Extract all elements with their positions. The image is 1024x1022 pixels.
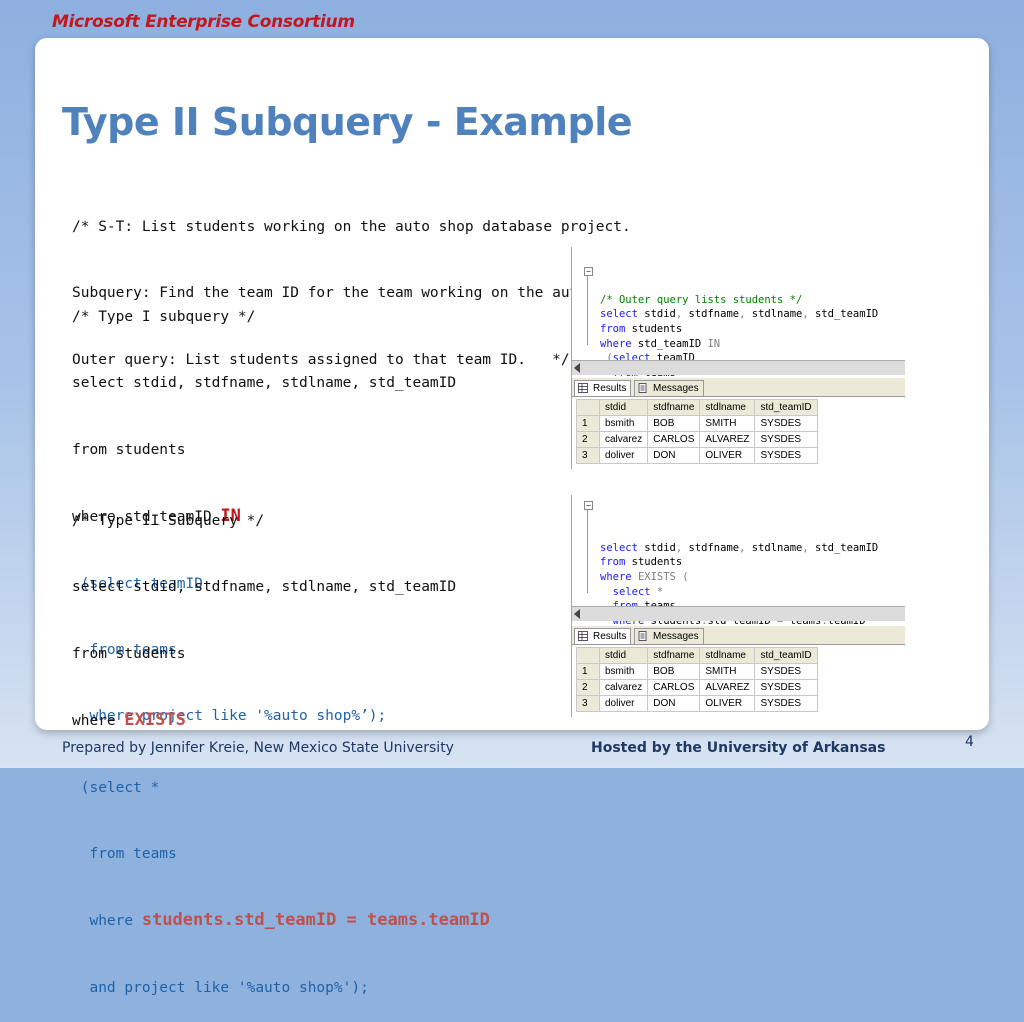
column-header[interactable]: stdlname — [699, 647, 756, 664]
intro-line: /* S-T: List students working on the aut… — [72, 219, 631, 235]
results-tabs: Results Messages — [572, 378, 905, 397]
editor-line: select stdid, stdfname, stdlname, std_te… — [600, 308, 879, 321]
results-tabs: Results Messages — [572, 626, 905, 645]
table-row[interactable]: 2 calvarez CARLOS ALVAREZ SYSDES — [576, 679, 818, 696]
type2-where-prefix-inner: where — [72, 913, 142, 930]
footer-prepared-by: Prepared by Jennifer Kreie, New Mexico S… — [62, 740, 454, 756]
results-grid-2: stdid stdfname stdlname std_teamID 1 bsm… — [576, 647, 818, 712]
table-row[interactable]: 3 doliver DON OLIVER SYSDES — [576, 447, 818, 464]
type2-comment: /* Type II Subquery */ — [72, 513, 265, 529]
column-header[interactable]: std_teamID — [754, 647, 818, 664]
editor-line: select stdid, stdfname, stdlname, std_te… — [600, 541, 879, 554]
type2-subquery-where: where students.std_teamID = teams.teamID — [72, 909, 490, 933]
horizontal-scrollbar[interactable] — [572, 606, 905, 621]
messages-icon — [638, 383, 647, 393]
scroll-left-icon[interactable] — [574, 609, 580, 619]
type2-select-line: select stdid, stdfname, stdlname, std_te… — [72, 579, 457, 596]
messages-icon — [638, 631, 647, 641]
grid-header-row: stdid stdfname stdlname std_teamID — [576, 399, 818, 416]
tab-results[interactable]: Results — [574, 380, 632, 397]
table-row[interactable]: 3 doliver DON OLIVER SYSDES — [576, 695, 818, 712]
grid-header-row: stdid stdfname stdlname std_teamID — [576, 647, 818, 664]
column-header[interactable]: stdlname — [699, 399, 756, 416]
editor-line: where std_teamID IN — [600, 337, 721, 350]
sql-editor-pane-2: − select stdid, stdfname, stdlname, std_… — [572, 495, 905, 641]
column-header[interactable]: stdid — [598, 647, 649, 664]
editor-line: from students — [600, 322, 683, 335]
table-row[interactable]: 1 bsmith BOB SMITH SYSDES — [576, 415, 818, 432]
scroll-left-icon[interactable] — [574, 363, 580, 373]
sql-editor-pane-1: − /* Outer query lists students */ selec… — [572, 247, 905, 393]
type2-where-prefix: where — [72, 712, 125, 729]
type1-from-line: from students — [72, 441, 186, 458]
editor-line: where EXISTS ( — [600, 570, 689, 583]
results-grid-1: stdid stdfname stdlname std_teamID 1 bsm… — [576, 399, 818, 464]
type2-from-line: from students — [72, 645, 186, 662]
correlation-condition: students.std_teamID = teams.teamID — [141, 910, 490, 931]
type1-comment: /* Type I subquery */ — [72, 309, 256, 325]
grid-icon — [578, 383, 588, 393]
type1-select-line: select stdid, stdfname, stdlname, std_te… — [72, 375, 457, 392]
column-header[interactable]: std_teamID — [754, 399, 818, 416]
column-header[interactable]: stdid — [598, 399, 649, 416]
type2-where-line: where EXISTS — [72, 709, 490, 733]
consortium-label: Microsoft Enterprise Consortium — [52, 12, 355, 32]
tab-results[interactable]: Results — [574, 628, 632, 645]
tab-results-label: Results — [593, 383, 627, 394]
collapse-icon[interactable]: − — [584, 267, 593, 276]
slide-title: Type II Subquery - Example — [62, 100, 633, 144]
editor-line: /* Outer query lists students */ — [600, 293, 803, 306]
query-screenshot-type2: − select stdid, stdfname, stdlname, std_… — [571, 495, 905, 717]
tab-messages-label: Messages — [653, 631, 699, 642]
table-row[interactable]: 1 bsmith BOB SMITH SYSDES — [576, 663, 818, 680]
footer-hosted-by: Hosted by the University of Arkansas — [591, 740, 886, 756]
type2-subquery-from: from teams — [72, 846, 177, 863]
page-number: 4 — [965, 734, 974, 750]
editor-line: select * — [612, 585, 664, 598]
type2-subquery-select: (select * — [72, 779, 160, 796]
tab-messages-label: Messages — [653, 383, 699, 394]
horizontal-scrollbar[interactable] — [572, 360, 905, 375]
exists-keyword: EXISTS — [124, 709, 186, 730]
type2-subquery-and: and project like '%auto shop%'); — [72, 980, 369, 997]
tab-results-label: Results — [593, 631, 627, 642]
column-header[interactable]: stdfname — [647, 647, 701, 664]
editor-line: from students — [600, 556, 683, 569]
collapse-icon[interactable]: − — [584, 501, 593, 510]
query-screenshot-type1: − /* Outer query lists students */ selec… — [571, 247, 905, 469]
column-header[interactable]: stdfname — [647, 399, 701, 416]
grid-icon — [578, 631, 588, 641]
tab-messages[interactable]: Messages — [634, 380, 704, 397]
table-row[interactable]: 2 calvarez CARLOS ALVAREZ SYSDES — [576, 431, 818, 448]
tab-messages[interactable]: Messages — [634, 628, 704, 645]
